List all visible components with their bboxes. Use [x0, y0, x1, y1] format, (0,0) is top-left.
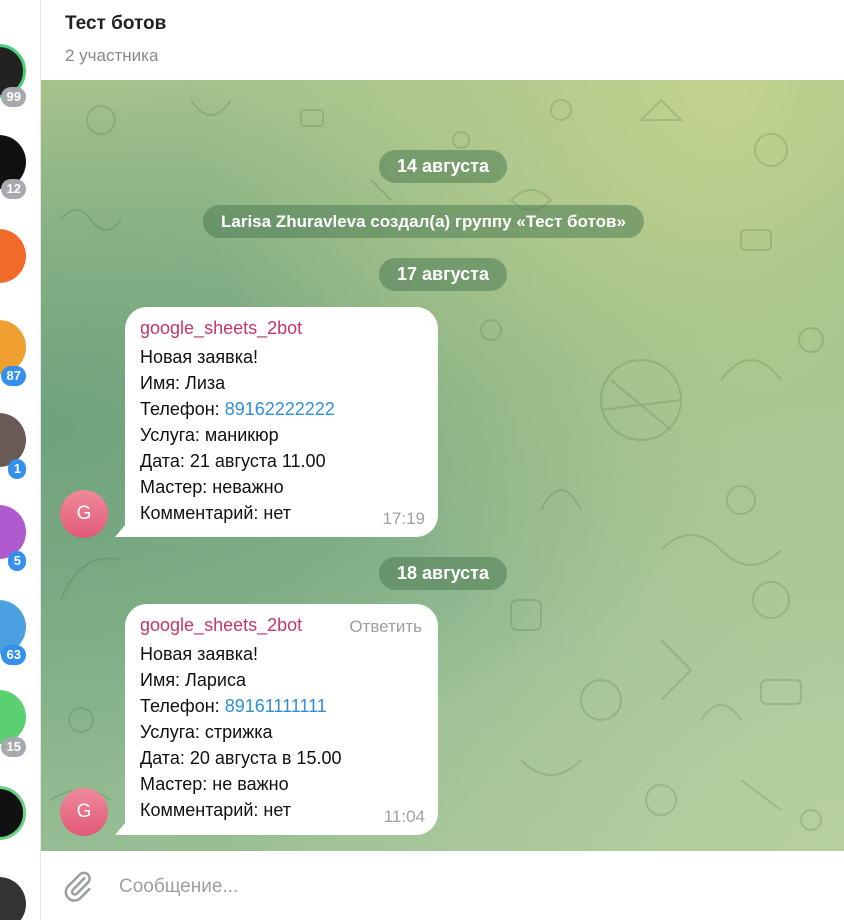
- chat-members-count: 2 участника: [65, 46, 159, 65]
- chat-avatar[interactable]: [0, 786, 26, 840]
- message-line-phone: Телефон: 89161111111: [140, 693, 341, 719]
- reply-button[interactable]: Ответить: [349, 617, 422, 637]
- sender-avatar[interactable]: G: [60, 788, 108, 836]
- phone-label: Телефон:: [140, 696, 225, 716]
- message-text: Новая заявка! Имя: Лиза Телефон: 8916222…: [140, 344, 335, 526]
- chat-list-strip: 99 12 87 1 5 63 15: [0, 0, 41, 920]
- message-bubble[interactable]: google_sheets_2bot Ответить Новая заявка…: [115, 604, 438, 835]
- date-separator: 14 августа: [379, 150, 507, 183]
- chat-avatar[interactable]: [0, 229, 26, 283]
- message-bubble[interactable]: google_sheets_2bot Новая заявка! Имя: Ли…: [115, 307, 438, 537]
- chat-avatar[interactable]: [0, 877, 26, 920]
- message-line: Мастер: неважно: [140, 477, 284, 497]
- message-text: Новая заявка! Имя: Лариса Телефон: 89161…: [140, 641, 341, 823]
- message-line: Дата: 21 августа 11.00: [140, 451, 326, 471]
- message-line-phone: Телефон: 89162222222: [140, 396, 335, 422]
- chat-avatar[interactable]: [0, 690, 26, 744]
- unread-badge: 15: [0, 737, 26, 757]
- chat-title: Тест ботов: [65, 13, 167, 34]
- unread-badge: 99: [0, 87, 26, 107]
- service-message: Larisa Zhuravleva создал(а) группу «Тест…: [203, 205, 644, 238]
- message-time: 17:19: [382, 509, 425, 528]
- phone-link[interactable]: 89161111111: [225, 696, 327, 716]
- phone-link[interactable]: 89162222222: [225, 399, 335, 419]
- paperclip-icon[interactable]: [61, 869, 95, 903]
- message-line: Дата: 20 августа в 15.00: [140, 748, 342, 768]
- unread-badge: 63: [0, 645, 26, 665]
- date-separator: 18 августа: [379, 557, 507, 590]
- message-line: Имя: Лиза: [140, 373, 226, 393]
- unread-badge: 1: [7, 459, 26, 479]
- message-line: Имя: Лариса: [140, 670, 246, 690]
- message-line: Комментарий: нет: [140, 503, 291, 523]
- date-separator: 17 августа: [379, 258, 507, 291]
- unread-badge: 5: [7, 551, 26, 571]
- message-composer: [41, 851, 844, 920]
- message-line: Новая заявка!: [140, 347, 258, 367]
- unread-badge: 12: [0, 179, 26, 199]
- message-line: Услуга: стрижка: [140, 722, 273, 742]
- sender-avatar[interactable]: G: [60, 490, 108, 538]
- chat-header[interactable]: Тест ботов 2 участника: [41, 0, 844, 80]
- sender-name[interactable]: google_sheets_2bot: [140, 615, 302, 636]
- phone-label: Телефон:: [140, 399, 225, 419]
- message-line: Комментарий: нет: [140, 800, 291, 820]
- message-line: Новая заявка!: [140, 644, 258, 664]
- message-line: Мастер: не важно: [140, 774, 289, 794]
- unread-badge: 87: [0, 366, 26, 386]
- message-input[interactable]: [117, 869, 801, 905]
- message-time: 11:04: [383, 807, 425, 826]
- messages-area[interactable]: 14 августа Larisa Zhuravleva создал(а) г…: [41, 80, 844, 851]
- sender-name[interactable]: google_sheets_2bot: [140, 318, 302, 339]
- message-line: Услуга: маникюр: [140, 425, 279, 445]
